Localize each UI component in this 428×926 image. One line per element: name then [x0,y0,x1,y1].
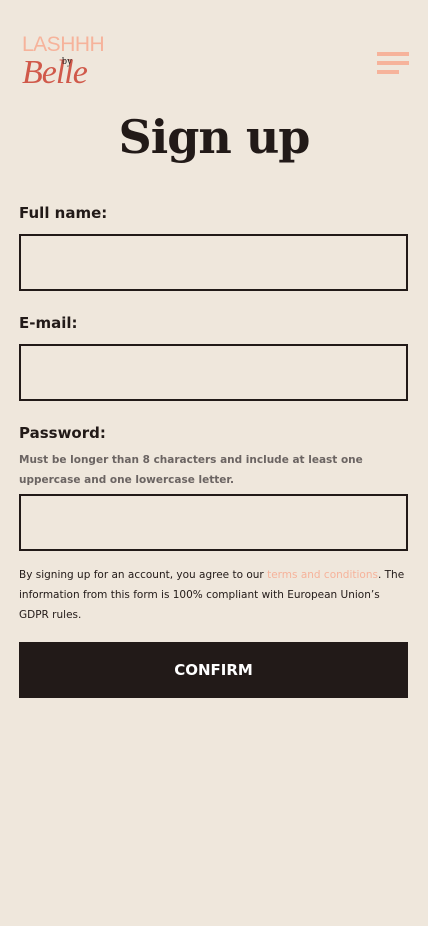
hamburger-menu-icon[interactable] [377,52,409,74]
email-label: E-mail: [19,314,78,332]
legal-notice: By signing up for an account, you agree … [19,565,409,625]
brand-logo[interactable]: LASHHH Belle by [22,34,112,96]
full-name-label: Full name: [19,204,108,222]
confirm-button[interactable]: CONFIRM [19,642,408,698]
full-name-input[interactable] [19,234,408,291]
password-label: Password: [19,424,106,442]
logo-by: by [62,56,72,67]
password-input[interactable] [19,494,408,551]
password-hint: Must be longer than 8 characters and inc… [19,454,363,486]
email-input[interactable] [19,344,408,401]
page-title: Sign up [118,110,311,164]
logo-lashhh: LASHHH [22,33,105,56]
legal-text-before: By signing up for an account, you agree … [19,569,268,581]
logo-belle: Belle [22,54,88,91]
terms-link[interactable]: terms and conditions [267,569,378,581]
